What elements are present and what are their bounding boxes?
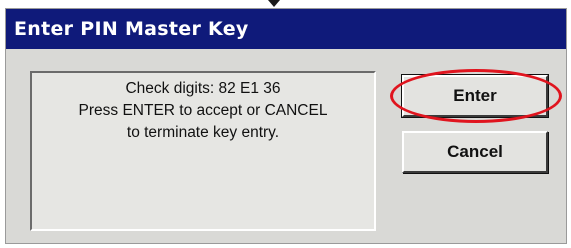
instruction-text-line2: to terminate key entry.	[126, 124, 280, 141]
enter-button[interactable]: Enter	[401, 74, 549, 118]
cancel-button-label: Cancel	[447, 142, 503, 161]
instruction-text-line1: Press ENTER to accept or CANCEL	[78, 102, 328, 119]
dialog-titlebar: Enter PIN Master Key	[6, 9, 566, 49]
message-box: Check digits: 82 E1 36 Press ENTER to ac…	[30, 71, 376, 231]
pin-master-key-dialog: Enter PIN Master Key Check digits: 82 E1…	[5, 8, 567, 244]
enter-button-label: Enter	[453, 86, 497, 105]
cancel-button[interactable]: Cancel	[402, 131, 548, 173]
check-digits-text: Check digits: 82 E1 36	[125, 80, 281, 97]
dialog-title: Enter PIN Master Key	[14, 18, 249, 40]
pointer-marker	[268, 0, 280, 7]
screenshot: Enter PIN Master Key Check digits: 82 E1…	[0, 0, 571, 248]
